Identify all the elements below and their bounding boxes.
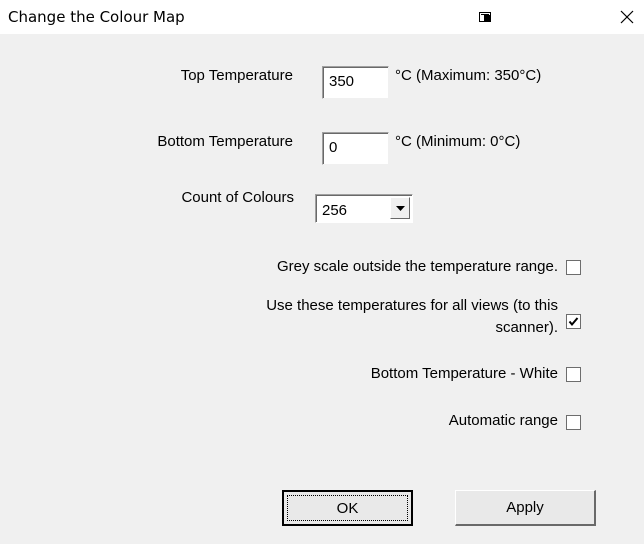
top-temperature-hint: °C (Maximum: 350°C): [395, 67, 542, 84]
use-for-all-label-line1: Use these temperatures for all views (to…: [266, 297, 558, 314]
use-for-all-checkbox[interactable]: [566, 314, 581, 329]
top-temperature-input[interactable]: 350: [322, 66, 389, 99]
grey-scale-checkbox[interactable]: [566, 260, 581, 275]
apply-button-label: Apply: [506, 499, 544, 516]
checkmark-icon: [568, 317, 579, 327]
ok-button[interactable]: OK: [282, 490, 413, 526]
use-for-all-label-line2: scanner).: [495, 319, 558, 336]
close-button[interactable]: [614, 4, 640, 30]
close-icon: [620, 10, 634, 24]
count-of-colours-select[interactable]: 256: [315, 194, 413, 223]
automatic-range-checkbox[interactable]: [566, 415, 581, 430]
apply-button[interactable]: Apply: [455, 490, 596, 526]
grey-scale-label: Grey scale outside the temperature range…: [277, 258, 558, 275]
bottom-temperature-input[interactable]: 0: [322, 132, 389, 165]
focus-rectangle: [287, 495, 408, 521]
automatic-range-label: Automatic range: [448, 412, 558, 429]
bottom-temperature-value: 0: [329, 139, 338, 156]
title-bar: Change the Colour Map: [0, 0, 644, 34]
chevron-down-icon: [395, 205, 405, 211]
count-of-colours-value: 256: [322, 202, 348, 219]
window-title: Change the Colour Map: [8, 8, 185, 26]
bottom-white-label: Bottom Temperature - White: [370, 365, 558, 382]
bottom-white-checkbox[interactable]: [566, 367, 581, 382]
bottom-temperature-label: Bottom Temperature: [157, 133, 293, 150]
dropdown-button[interactable]: [390, 197, 410, 219]
window-snap-icon[interactable]: [478, 10, 492, 24]
top-temperature-value: 350: [329, 73, 355, 90]
dialog-client-area: Top Temperature 350 °C (Maximum: 350°C) …: [0, 34, 644, 544]
bottom-temperature-hint: °C (Minimum: 0°C): [395, 133, 521, 150]
count-of-colours-label: Count of Colours: [181, 189, 294, 206]
top-temperature-label: Top Temperature: [180, 67, 293, 84]
